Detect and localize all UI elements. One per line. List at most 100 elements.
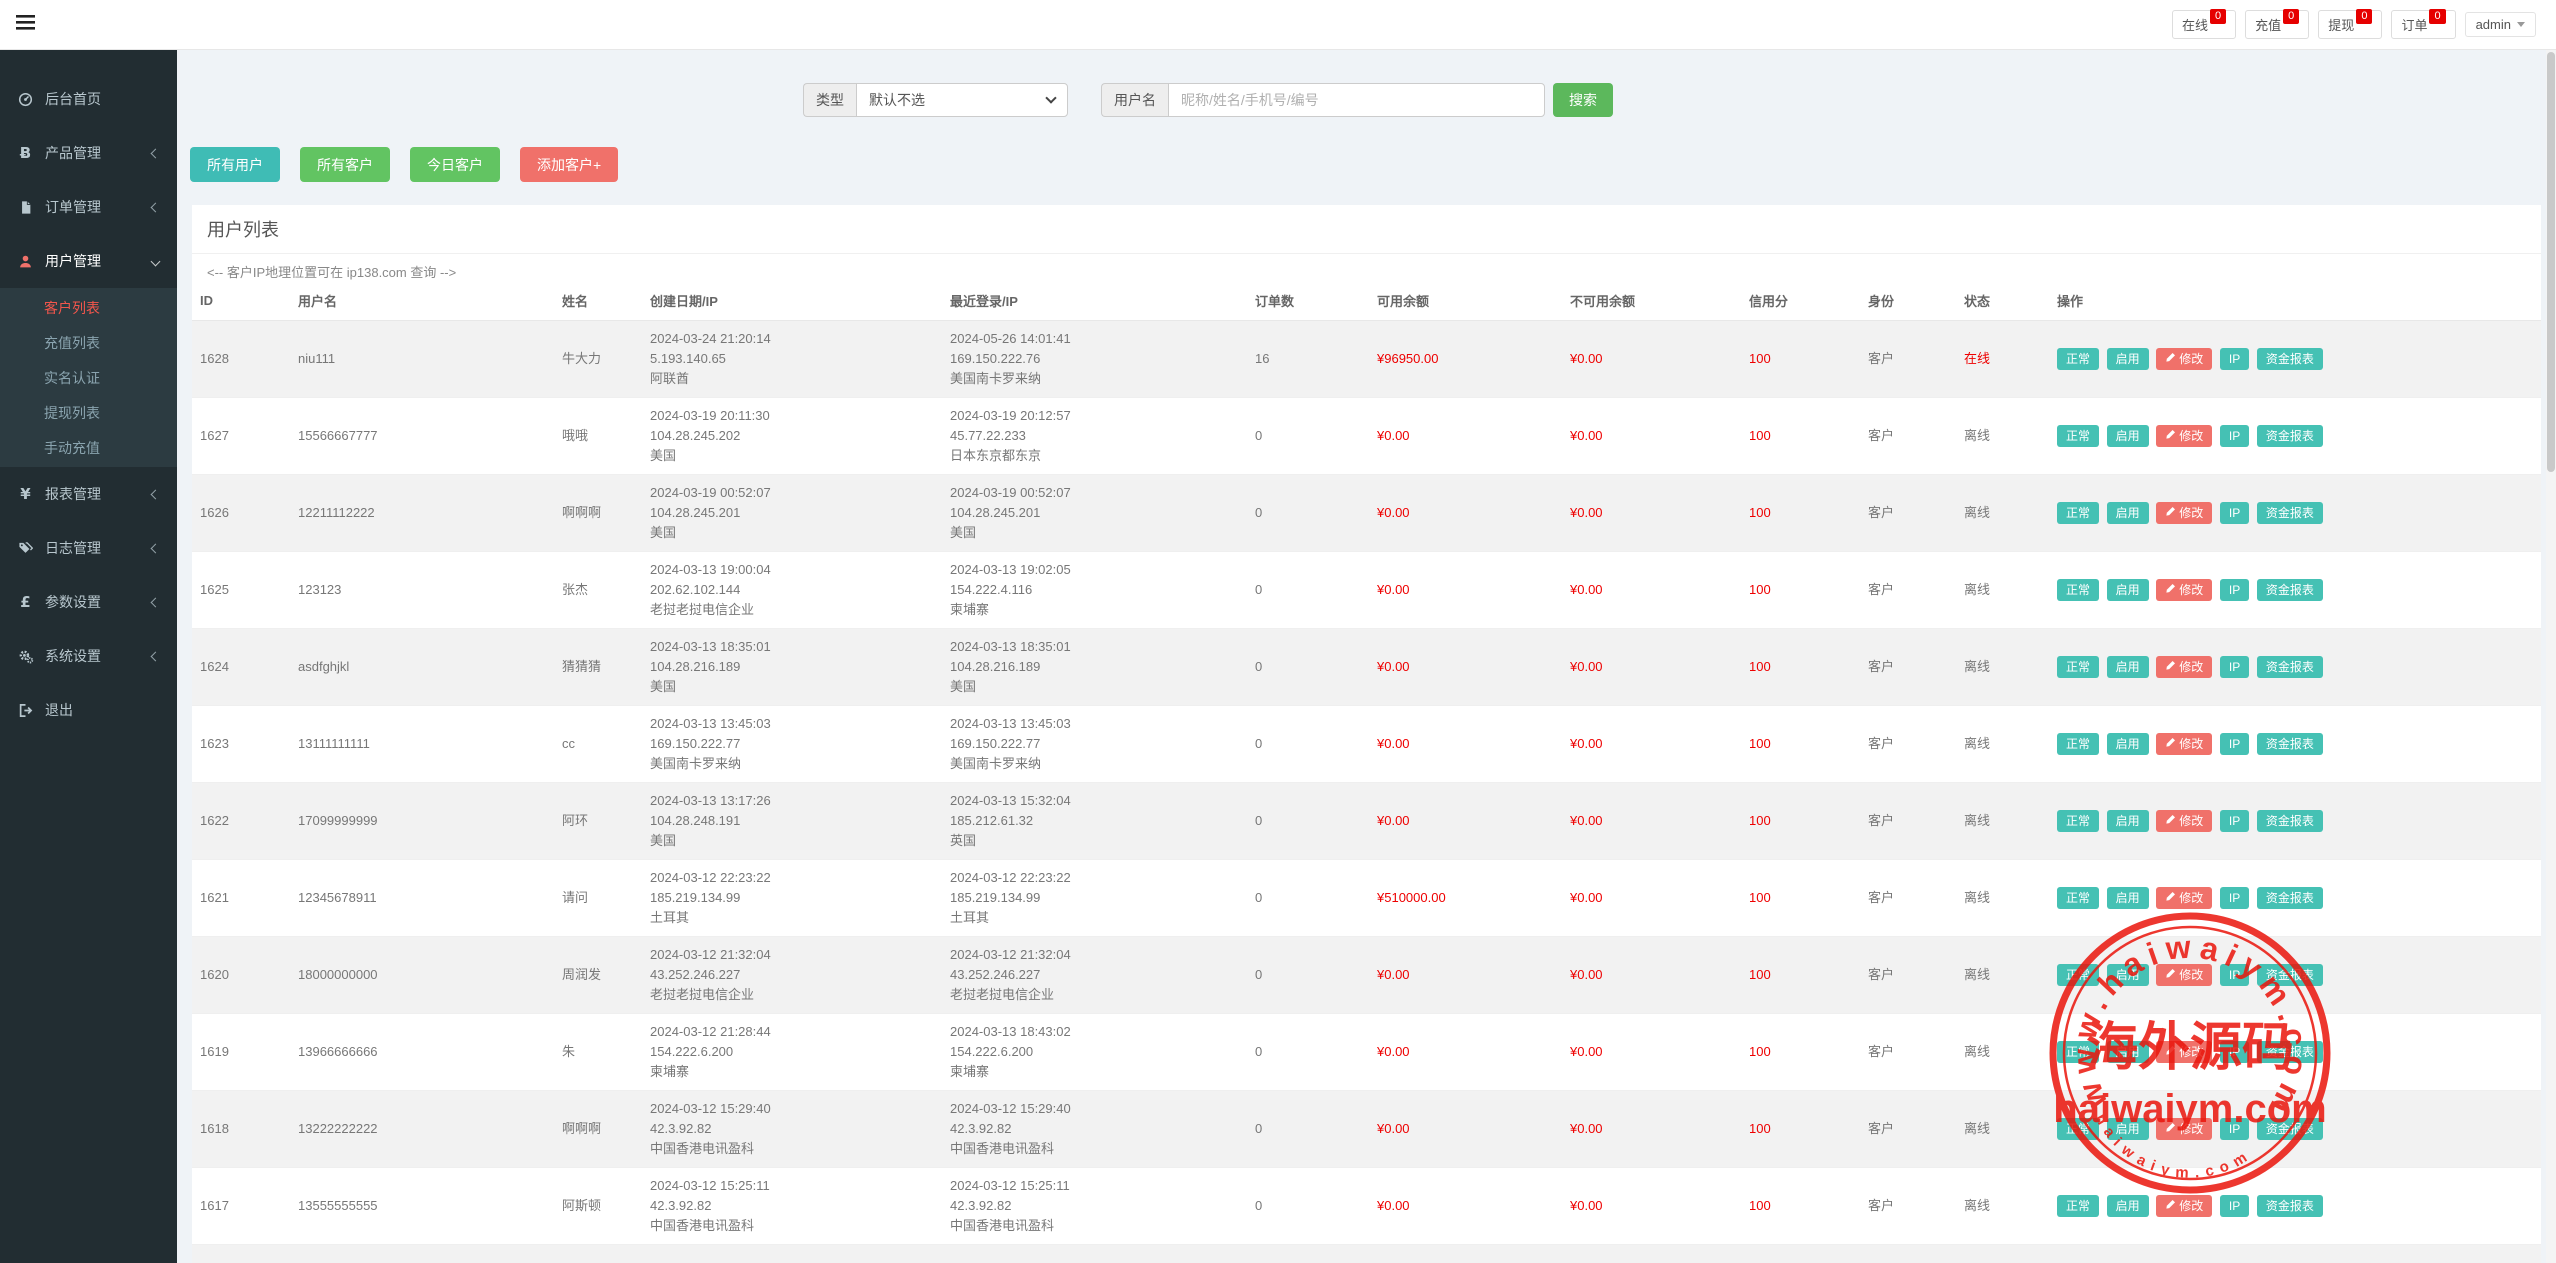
ip-button[interactable]: IP (2220, 348, 2249, 370)
topbar-stats: 在线 0 充值 0 提现 0 订单 0 (2172, 10, 2456, 39)
normal-button[interactable]: 正常 (2057, 502, 2099, 524)
scrollbar-thumb[interactable] (2547, 52, 2555, 472)
ip-button[interactable]: IP (2220, 887, 2249, 909)
funds-report-button[interactable]: 资金报表 (2257, 348, 2323, 370)
stat-box-3[interactable]: 订单 0 (2391, 10, 2455, 39)
normal-button[interactable]: 正常 (2057, 1041, 2099, 1063)
toolbar-button-1[interactable]: 所有客户 (300, 147, 390, 182)
sidebar-subitem-1[interactable]: 充值列表 (0, 325, 177, 360)
funds-report-button[interactable]: 资金报表 (2257, 887, 2323, 909)
toolbar-button-3[interactable]: 添加客户+ (520, 147, 618, 182)
normal-button[interactable]: 正常 (2057, 733, 2099, 755)
funds-report-button[interactable]: 资金报表 (2257, 964, 2323, 986)
edit-button[interactable]: 修改 (2156, 1041, 2212, 1063)
enable-button[interactable]: 启用 (2107, 425, 2149, 447)
enable-button[interactable]: 启用 (2107, 1118, 2149, 1140)
ip-button[interactable]: IP (2220, 656, 2249, 678)
stat-box-1[interactable]: 充值 0 (2245, 10, 2309, 39)
edit-button[interactable]: 修改 (2156, 425, 2212, 447)
enable-button[interactable]: 启用 (2107, 1041, 2149, 1063)
edit-button[interactable]: 修改 (2156, 887, 2212, 909)
enable-button[interactable]: 启用 (2107, 579, 2149, 601)
menu-toggle-icon[interactable] (10, 9, 41, 41)
sidebar-item-orders[interactable]: 订单管理 (0, 180, 177, 234)
sidebar-item-reports[interactable]: ¥ 报表管理 (0, 467, 177, 521)
ip-button[interactable]: IP (2220, 1118, 2249, 1140)
column-header-0: ID (192, 281, 290, 321)
edit-button[interactable]: 修改 (2156, 1118, 2212, 1140)
edit-button[interactable]: 修改 (2156, 810, 2212, 832)
edit-button[interactable]: 修改 (2156, 502, 2212, 524)
cell-unavailable-balance: ¥0.00 (1562, 937, 1741, 1014)
enable-button[interactable]: 启用 (2107, 502, 2149, 524)
funds-report-button[interactable]: 资金报表 (2257, 579, 2323, 601)
stat-box-0[interactable]: 在线 0 (2172, 10, 2236, 39)
cell-role: 客户 (1860, 1014, 1956, 1091)
sidebar-item-products[interactable]: Ƀ 产品管理 (0, 126, 177, 180)
edit-button[interactable]: 修改 (2156, 1195, 2212, 1217)
edit-button[interactable]: 修改 (2156, 348, 2212, 370)
ip-button[interactable]: IP (2220, 810, 2249, 832)
normal-button[interactable]: 正常 (2057, 425, 2099, 447)
normal-button[interactable]: 正常 (2057, 579, 2099, 601)
funds-report-button[interactable]: 资金报表 (2257, 425, 2323, 447)
cell-credit: 100 (1741, 1091, 1860, 1168)
stat-box-2[interactable]: 提现 0 (2318, 10, 2382, 39)
sidebar-item-parameters[interactable]: £ 参数设置 (0, 575, 177, 629)
sidebar-item-logs[interactable]: 日志管理 (0, 521, 177, 575)
enable-button[interactable]: 启用 (2107, 656, 2149, 678)
enable-button[interactable]: 启用 (2107, 810, 2149, 832)
enable-button[interactable]: 启用 (2107, 1195, 2149, 1217)
sidebar-item-logout[interactable]: 退出 (0, 683, 177, 737)
cell-balance: ¥0.00 (1369, 706, 1562, 783)
edit-button[interactable]: 修改 (2156, 733, 2212, 755)
funds-report-button[interactable]: 资金报表 (2257, 810, 2323, 832)
sidebar-subitem-2[interactable]: 实名认证 (0, 360, 177, 395)
sidebar-item-system[interactable]: 系统设置 (0, 629, 177, 683)
funds-report-button[interactable]: 资金报表 (2257, 502, 2323, 524)
edit-button[interactable]: 修改 (2156, 579, 2212, 601)
page-title: 用户列表 (207, 220, 279, 240)
normal-button[interactable]: 正常 (2057, 348, 2099, 370)
sidebar-item-users[interactable]: 用户管理 (0, 234, 177, 288)
sidebar-subitem-0[interactable]: 客户列表 (0, 290, 177, 325)
enable-button[interactable]: 启用 (2107, 348, 2149, 370)
edit-button[interactable]: 修改 (2156, 964, 2212, 986)
ip-button[interactable]: IP (2220, 964, 2249, 986)
normal-button[interactable]: 正常 (2057, 887, 2099, 909)
funds-report-button[interactable]: 资金报表 (2257, 1041, 2323, 1063)
funds-report-button[interactable]: 资金报表 (2257, 733, 2323, 755)
cell-balance: ¥510000.00 (1369, 860, 1562, 937)
ip-button[interactable]: IP (2220, 733, 2249, 755)
ip-button[interactable]: IP (2220, 1195, 2249, 1217)
admin-menu[interactable]: admin (2465, 12, 2536, 37)
toolbar-button-0[interactable]: 所有用户 (190, 147, 280, 182)
cell-username: 13111111111 (290, 706, 554, 783)
funds-report-button[interactable]: 资金报表 (2257, 1195, 2323, 1217)
search-button[interactable]: 搜索 (1553, 83, 1613, 117)
funds-report-button[interactable]: 资金报表 (2257, 656, 2323, 678)
scrollbar-track[interactable] (2546, 50, 2556, 1263)
enable-button[interactable]: 启用 (2107, 887, 2149, 909)
edit-button[interactable]: 修改 (2156, 656, 2212, 678)
ip-button[interactable]: IP (2220, 1041, 2249, 1063)
sidebar-item-dashboard[interactable]: 后台首页 (0, 72, 177, 126)
funds-report-button[interactable]: 资金报表 (2257, 1118, 2323, 1140)
normal-button[interactable]: 正常 (2057, 964, 2099, 986)
enable-button[interactable]: 启用 (2107, 964, 2149, 986)
column-header-8: 信用分 (1741, 281, 1860, 321)
normal-button[interactable]: 正常 (2057, 656, 2099, 678)
normal-button[interactable]: 正常 (2057, 810, 2099, 832)
username-input[interactable] (1168, 83, 1545, 117)
ip-button[interactable]: IP (2220, 579, 2249, 601)
cell-actions: 正常 启用 修改 IP 资金报表 (2049, 1014, 2541, 1091)
normal-button[interactable]: 正常 (2057, 1195, 2099, 1217)
ip-button[interactable]: IP (2220, 502, 2249, 524)
enable-button[interactable]: 启用 (2107, 733, 2149, 755)
sidebar-subitem-3[interactable]: 提现列表 (0, 395, 177, 430)
toolbar-button-2[interactable]: 今日客户 (410, 147, 500, 182)
type-select[interactable]: 默认不选 (856, 83, 1068, 117)
ip-button[interactable]: IP (2220, 425, 2249, 447)
sidebar-subitem-4[interactable]: 手动充值 (0, 430, 177, 465)
normal-button[interactable]: 正常 (2057, 1118, 2099, 1140)
